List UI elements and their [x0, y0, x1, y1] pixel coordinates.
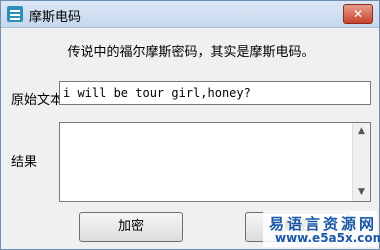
- app-window: 摩斯电码 ✕ 传说中的福尔摩斯密码，其实是摩斯电码。 原始文本 i will b…: [0, 0, 380, 250]
- scroll-up-icon[interactable]: ▲: [353, 123, 370, 140]
- app-icon: [7, 6, 23, 22]
- watermark: 易语言资源网 www.e5a5x.com: [263, 211, 380, 247]
- description-text: 传说中的福尔摩斯密码，其实是摩斯电码。: [67, 45, 315, 60]
- close-button[interactable]: ✕: [343, 4, 373, 24]
- result-label: 结果: [11, 155, 38, 170]
- original-text-label: 原始文本: [11, 93, 64, 108]
- original-text-input[interactable]: i will be tour girl,honey?: [59, 81, 371, 105]
- result-textarea[interactable]: ▲ ▼: [59, 122, 371, 202]
- title-bar[interactable]: 摩斯电码 ✕: [1, 1, 379, 28]
- scroll-down-icon[interactable]: ▼: [353, 184, 370, 201]
- window-title: 摩斯电码: [29, 10, 82, 25]
- watermark-url: www.e5a5x.com: [275, 231, 380, 245]
- encrypt-button[interactable]: 加密: [79, 212, 183, 242]
- result-scrollbar[interactable]: ▲ ▼: [352, 123, 370, 201]
